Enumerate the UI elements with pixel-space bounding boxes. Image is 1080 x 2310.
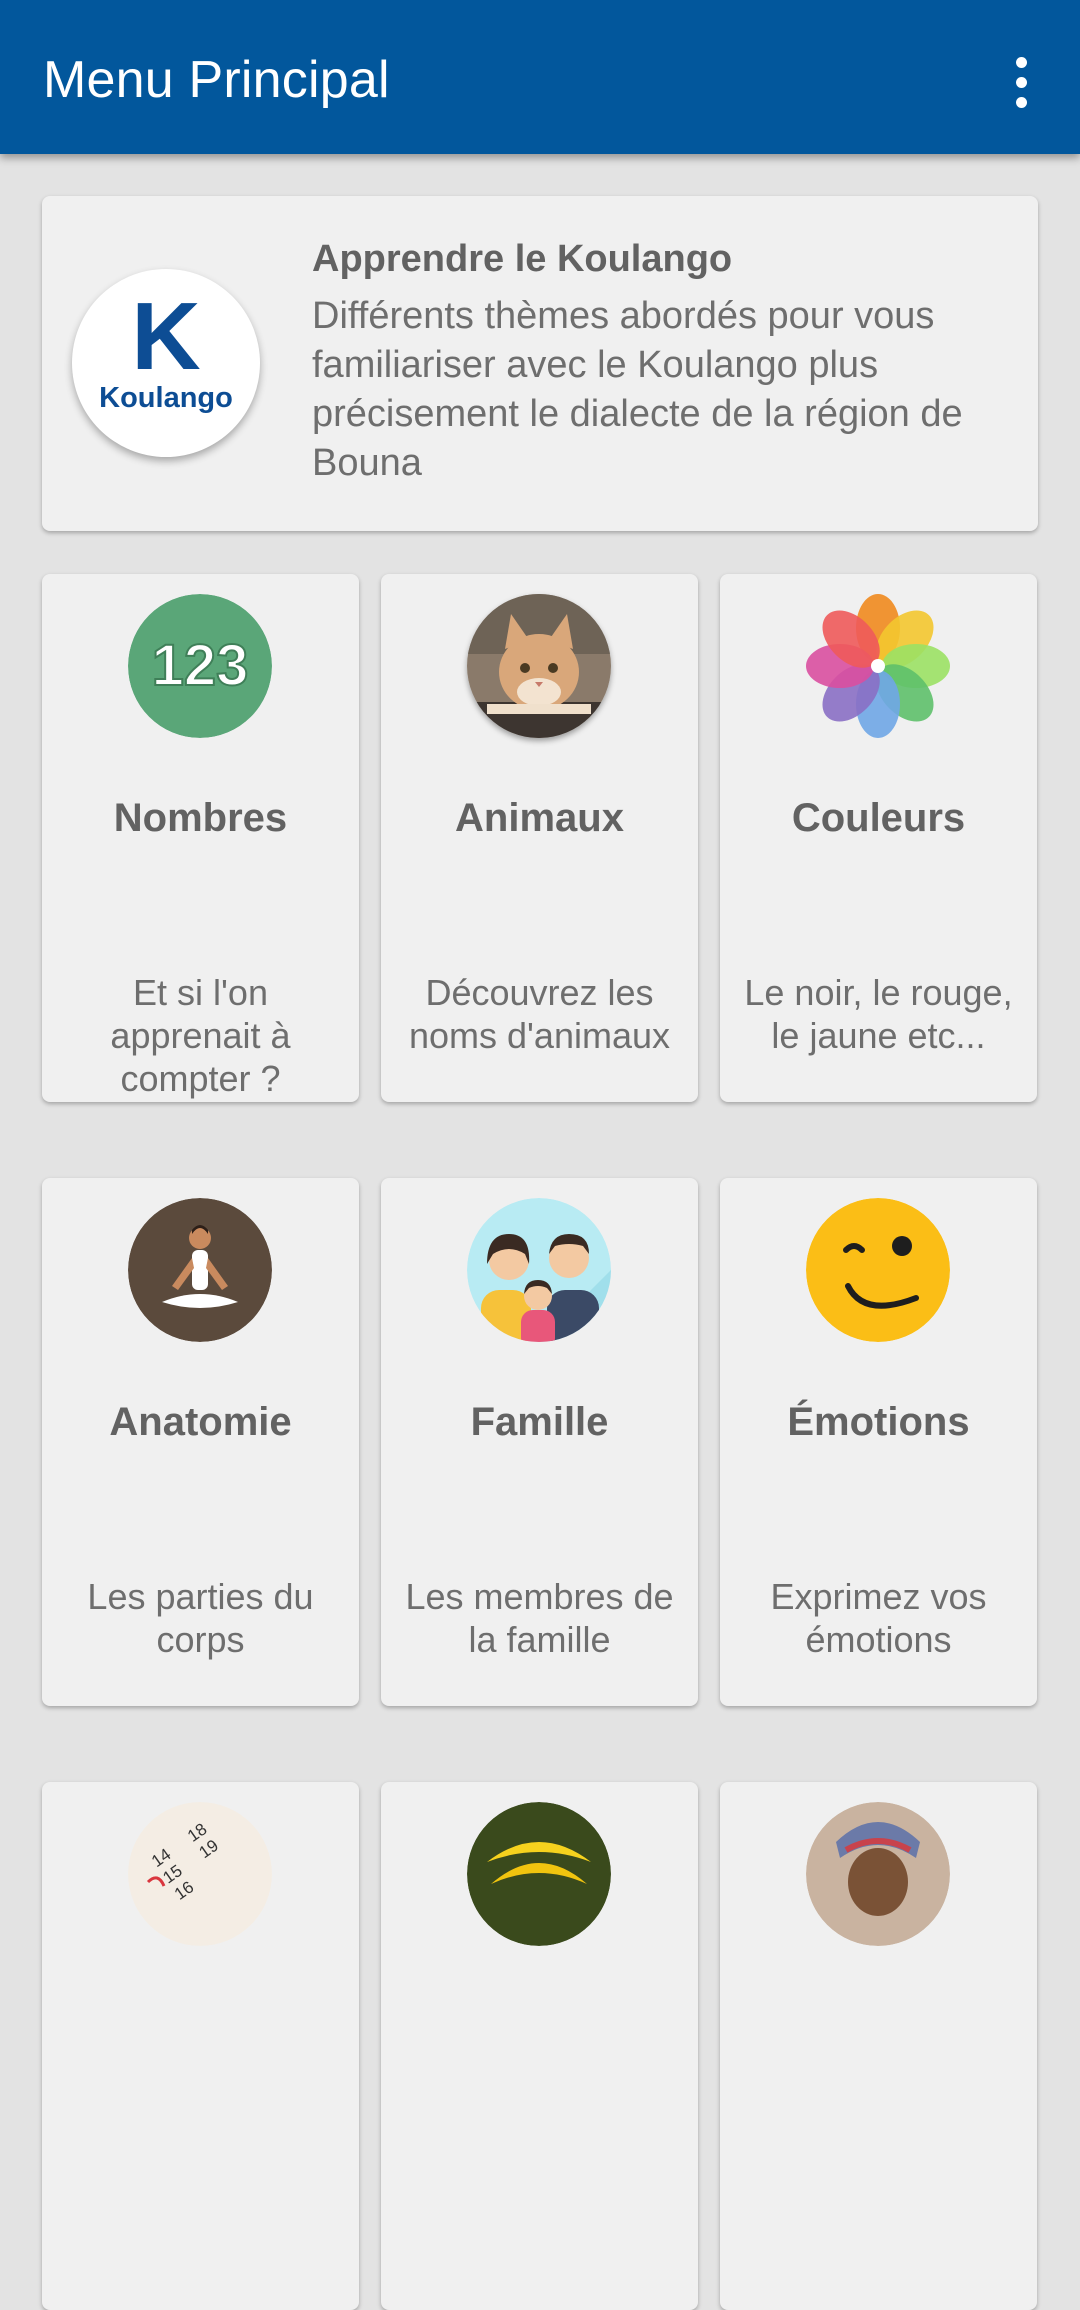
numbers-123-icon: 123 — [128, 594, 272, 738]
tile-couleurs[interactable]: Couleurs Le noir, le rouge, le jaune etc… — [720, 574, 1037, 1102]
person-photo-icon — [806, 1802, 950, 1946]
tile-famille[interactable]: Famille Les membres de la famille — [381, 1178, 698, 1706]
calendar-icon: 14 15 16 18 19 — [128, 1802, 272, 1946]
tile-description: Le noir, le rouge, le jaune etc... — [744, 972, 1013, 1056]
tile-title: Animaux — [455, 796, 624, 840]
page-title: Menu Principal — [43, 51, 390, 109]
bananas-icon — [467, 1802, 611, 1946]
tile-description: Exprimez vos émotions — [770, 1576, 987, 1660]
yoga-person-icon — [128, 1198, 272, 1342]
tile-description: Et si l'on apprenait à compter ? — [110, 972, 291, 1099]
tile-title: Famille — [470, 1400, 609, 1444]
tile-description: Les membres de la famille — [405, 1576, 674, 1660]
svg-text:123: 123 — [152, 633, 249, 698]
tile-anatomie[interactable]: Anatomie Les parties du corps — [42, 1178, 359, 1706]
family-icon — [467, 1198, 611, 1342]
intro-description: Différents thèmes abordés pour vous fami… — [312, 295, 963, 484]
tile-emotions[interactable]: Émotions Exprimez vos émotions — [720, 1178, 1037, 1706]
tile-title: Nombres — [113, 796, 288, 840]
tile-bananas[interactable] — [381, 1782, 698, 2310]
tile-calendar[interactable]: 14 15 16 18 19 — [42, 1782, 359, 2310]
tile-animaux[interactable]: Animaux Découvrez les noms d'animaux — [381, 574, 698, 1102]
tile-person[interactable] — [720, 1782, 1037, 2310]
tile-title: Couleurs — [791, 796, 966, 840]
app-bar: Menu Principal — [0, 0, 1080, 154]
tile-description: Découvrez les noms d'animaux — [409, 972, 670, 1056]
logo-name: Koulango — [99, 382, 233, 414]
cat-photo-icon — [467, 594, 611, 738]
intro-card[interactable]: K Koulango Apprendre le Koulango Différe… — [42, 196, 1038, 531]
tile-nombres[interactable]: 123 Nombres Et si l'on apprenait à compt… — [42, 574, 359, 1102]
logo-letter: K — [131, 283, 201, 390]
tile-title: Émotions — [787, 1400, 970, 1444]
overflow-menu-icon[interactable] — [962, 40, 1080, 124]
color-petals-icon — [806, 594, 950, 738]
intro-title: Apprendre le Koulango — [312, 238, 733, 280]
koulango-logo: K Koulango — [72, 269, 260, 457]
tile-description: Les parties du corps — [87, 1576, 314, 1660]
tile-title: Anatomie — [109, 1400, 292, 1444]
wink-emoji-icon — [806, 1198, 950, 1342]
